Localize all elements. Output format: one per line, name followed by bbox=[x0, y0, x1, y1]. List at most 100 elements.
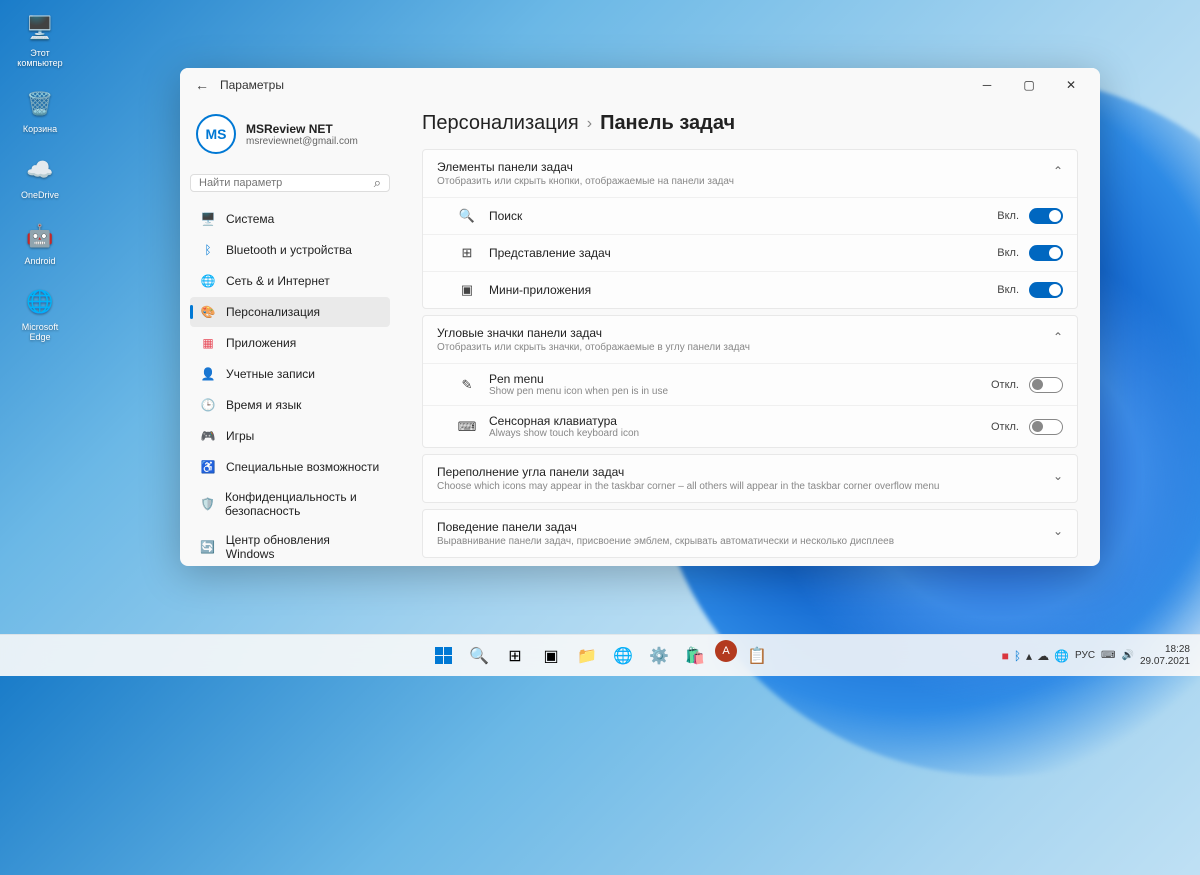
bluetooth-icon[interactable]: ᛒ bbox=[1014, 649, 1021, 663]
avatar: MS bbox=[196, 114, 236, 154]
task-view-icon[interactable]: ⊞ bbox=[499, 640, 531, 672]
search-input[interactable] bbox=[199, 177, 374, 189]
close-button[interactable]: ✕ bbox=[1050, 71, 1092, 99]
setting-row: ⌨ Сенсорная клавиатураAlways show touch … bbox=[423, 405, 1077, 447]
taskbar-search-icon[interactable]: 🔍 bbox=[463, 640, 495, 672]
desktop-icon-label: Microsoft Edge bbox=[10, 322, 70, 342]
setting-row: ⊞ Представление задач Вкл. bbox=[423, 234, 1077, 271]
tray-icons[interactable]: ■ ᛒ ▴ ☁ 🌐 bbox=[1002, 649, 1069, 663]
breadcrumb: Персонализация › Панель задач bbox=[422, 102, 1078, 149]
toggle-switch[interactable] bbox=[1029, 245, 1063, 261]
row-label: Сенсорная клавиатура bbox=[489, 414, 991, 428]
toggle-switch[interactable] bbox=[1029, 282, 1063, 298]
clock[interactable]: 18:28 29.07.2021 bbox=[1140, 644, 1190, 668]
nav-item[interactable]: ᛒBluetooth и устройства bbox=[190, 235, 390, 265]
desktop-icon[interactable]: 🌐Microsoft Edge bbox=[10, 284, 70, 342]
nav-label: Специальные возможности bbox=[226, 460, 379, 474]
nav-item[interactable]: 🛡️Конфиденциальность и безопасность bbox=[190, 483, 390, 525]
desktop-icon-glyph: 🌐 bbox=[22, 284, 58, 320]
row-icon: ⌨ bbox=[457, 417, 477, 437]
nav-label: Сеть & и Интернет bbox=[226, 274, 330, 288]
toggle-switch[interactable] bbox=[1029, 377, 1063, 393]
desktop-icon[interactable]: 🤖Android bbox=[10, 218, 70, 266]
row-label: Pen menu bbox=[489, 372, 991, 386]
app2-icon[interactable]: 📋 bbox=[741, 640, 773, 672]
desktop-icon[interactable]: ☁️OneDrive bbox=[10, 152, 70, 200]
desktop-icon[interactable]: 🗑️Корзина bbox=[10, 86, 70, 134]
widgets-icon[interactable]: ▣ bbox=[535, 640, 567, 672]
store-icon[interactable]: 🛍️ bbox=[679, 640, 711, 672]
nav-label: Игры bbox=[226, 429, 254, 443]
profile-name: MSReview NET bbox=[246, 122, 358, 136]
toggle-switch[interactable] bbox=[1029, 419, 1063, 435]
nav-item[interactable]: 🎨Персонализация bbox=[190, 297, 390, 327]
nav-label: Учетные записи bbox=[226, 367, 315, 381]
nav-item[interactable]: ♿Специальные возможности bbox=[190, 452, 390, 482]
back-button[interactable]: ← bbox=[188, 71, 216, 99]
keyboard-icon[interactable]: ⌨ bbox=[1101, 650, 1115, 661]
system-tray[interactable]: ■ ᛒ ▴ ☁ 🌐 РУС ⌨ 🔊 18:28 29.07.2021 bbox=[1002, 644, 1200, 668]
settings-section: Поведение панели задач Выравнивание панел… bbox=[422, 509, 1078, 558]
row-label: Мини-приложения bbox=[489, 283, 997, 297]
explorer-icon[interactable]: 📁 bbox=[571, 640, 603, 672]
section-header[interactable]: Поведение панели задач Выравнивание панел… bbox=[423, 510, 1077, 557]
tray-icon[interactable]: ■ bbox=[1002, 649, 1009, 663]
minimize-button[interactable]: ─ bbox=[966, 71, 1008, 99]
section-header[interactable]: Переполнение угла панели задачChoose whi… bbox=[423, 455, 1077, 502]
nav-item[interactable]: 🖥️ Система bbox=[190, 204, 390, 234]
toggle-switch[interactable] bbox=[1029, 208, 1063, 224]
settings-icon[interactable]: ⚙️ bbox=[643, 640, 675, 672]
nav-icon: 👤 bbox=[200, 366, 216, 382]
section-title: Угловые значки панели задач bbox=[437, 326, 1053, 340]
nav-item[interactable]: 🕒 Время и язык bbox=[190, 390, 390, 420]
section-header[interactable]: Угловые значки панели задач Отобразить ил… bbox=[423, 316, 1077, 363]
section-desc: Отобразить или скрыть значки, отображаем… bbox=[437, 342, 1053, 353]
chevron-up-icon: ⌃ bbox=[1053, 160, 1063, 178]
nav-label: Центр обновления Windows bbox=[226, 533, 380, 561]
taskbar-center: 🔍 ⊞ ▣ 📁 🌐 ⚙️ 🛍️ A 📋 bbox=[427, 640, 773, 672]
start-button[interactable] bbox=[427, 640, 459, 672]
nav-item[interactable]: ▦Приложения bbox=[190, 328, 390, 358]
tray-icon[interactable]: ▴ bbox=[1026, 649, 1032, 663]
breadcrumb-parent[interactable]: Персонализация bbox=[422, 112, 579, 135]
settings-section: Переполнение угла панели задачChoose whi… bbox=[422, 454, 1078, 503]
setting-row: ✎ Pen menuShow pen menu icon when pen is… bbox=[423, 363, 1077, 405]
section-desc: Отобразить или скрыть кнопки, отображаем… bbox=[437, 176, 1053, 187]
app1-icon[interactable]: A bbox=[715, 640, 737, 662]
nav-label: Bluetooth и устройства bbox=[226, 243, 352, 257]
profile-email: msreviewnet@gmail.com bbox=[246, 136, 358, 147]
onedrive-icon[interactable]: ☁ bbox=[1037, 649, 1049, 663]
section-desc: Выравнивание панели задач, присвоение эм… bbox=[437, 536, 1053, 547]
nav-icon: 🕒 bbox=[200, 397, 216, 413]
nav-item[interactable]: 🎮Игры bbox=[190, 421, 390, 451]
search-box[interactable]: ⌕ bbox=[190, 174, 390, 192]
section-header[interactable]: Элементы панели задачОтобразить или скры… bbox=[423, 150, 1077, 197]
desktop-icon-label: Корзина bbox=[23, 124, 57, 134]
row-sublabel: Show pen menu icon when pen is in use bbox=[489, 386, 991, 397]
chevron-right-icon: › bbox=[587, 115, 592, 133]
lang-indicator[interactable]: РУС bbox=[1075, 650, 1095, 661]
nav-item[interactable]: 🔄Центр обновления Windows bbox=[190, 526, 390, 566]
titlebar: ← Параметры ─ ▢ ✕ bbox=[180, 68, 1100, 102]
toggle-state: Откл. bbox=[991, 421, 1019, 433]
edge-icon[interactable]: 🌐 bbox=[607, 640, 639, 672]
nav-label: Система bbox=[226, 212, 274, 226]
nav-item[interactable]: 🌐Сеть & и Интернет bbox=[190, 266, 390, 296]
nav-label: Время и язык bbox=[226, 398, 301, 412]
window-title: Параметры bbox=[220, 78, 284, 92]
nav-icon: ▦ bbox=[200, 335, 216, 351]
row-icon: ▣ bbox=[457, 280, 477, 300]
settings-section: Угловые значки панели задач Отобразить ил… bbox=[422, 315, 1078, 448]
nav-icon: 🎨 bbox=[200, 304, 216, 320]
section-title: Поведение панели задач bbox=[437, 520, 1053, 534]
maximize-button[interactable]: ▢ bbox=[1008, 71, 1050, 99]
desktop-icon[interactable]: 🖥️Этот компьютер bbox=[10, 10, 70, 68]
volume-icon[interactable]: 🔊 bbox=[1121, 650, 1133, 661]
nav-icon: 🖥️ bbox=[200, 211, 216, 227]
desktop-icons: 🖥️Этот компьютер 🗑️Корзина ☁️OneDrive 🤖Andr… bbox=[10, 10, 70, 342]
network-icon[interactable]: 🌐 bbox=[1054, 649, 1069, 663]
toggle-state: Вкл. bbox=[997, 210, 1019, 222]
profile[interactable]: MS MSReview NET msreviewnet@gmail.com bbox=[190, 108, 390, 160]
nav-label: Конфиденциальность и безопасность bbox=[225, 490, 380, 518]
nav-item[interactable]: 👤 Учетные записи bbox=[190, 359, 390, 389]
